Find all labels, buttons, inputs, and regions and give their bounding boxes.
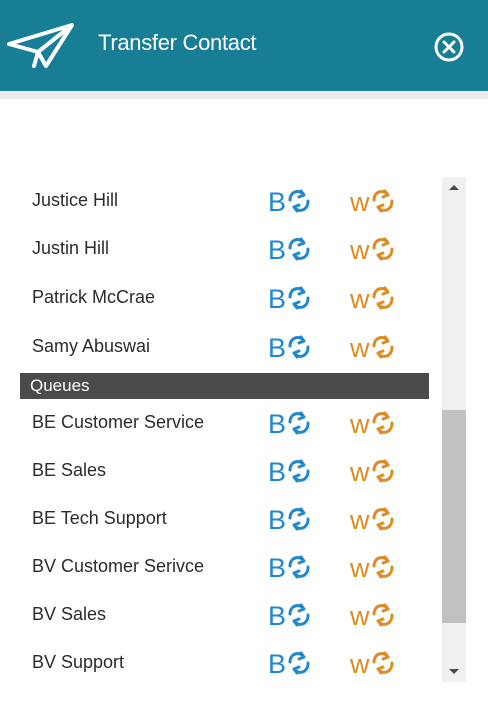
warm-transfer-button[interactable]: w xyxy=(350,505,414,533)
svg-text:w: w xyxy=(350,333,370,361)
queue-row: BV Sales B w xyxy=(20,591,442,639)
dialog-title: Transfer Contact xyxy=(98,30,257,55)
queues-section-header: Queues xyxy=(20,373,429,399)
svg-text:B: B xyxy=(268,235,286,263)
queue-row: BE Customer Service B w xyxy=(20,399,442,447)
paper-plane-icon xyxy=(7,23,74,68)
queue-row: BV Support B w xyxy=(20,639,442,682)
svg-text:w: w xyxy=(350,505,370,533)
warm-transfer-button[interactable]: w xyxy=(350,601,414,629)
scroll-up-arrow-icon[interactable] xyxy=(442,177,466,199)
svg-text:w: w xyxy=(350,457,370,485)
svg-text:B: B xyxy=(268,284,286,312)
warm-transfer-button[interactable]: w xyxy=(350,187,414,215)
agent-row: Justin Hill B w xyxy=(20,225,442,273)
agent-row: Justice Hill B w xyxy=(20,177,442,225)
blind-transfer-button[interactable]: B xyxy=(268,601,330,629)
blind-transfer-button[interactable]: B xyxy=(268,505,330,533)
svg-text:B: B xyxy=(268,553,286,581)
blind-transfer-button[interactable]: B xyxy=(268,553,330,581)
queue-name: BE Sales xyxy=(32,460,107,480)
blind-transfer-button[interactable]: B xyxy=(268,333,330,361)
queue-row: BV Customer Serivce B w xyxy=(20,543,442,591)
queue-name: BV Sales xyxy=(32,604,107,624)
scrollbar-thumb[interactable] xyxy=(442,410,466,623)
queue-name: BV Support xyxy=(32,652,125,672)
warm-transfer-button[interactable]: w xyxy=(350,235,414,263)
svg-text:w: w xyxy=(350,553,370,581)
warm-transfer-button[interactable]: w xyxy=(350,284,414,312)
transfer-target-list: Justice Hill B w Justin Hill B w Patrick… xyxy=(20,177,442,682)
agent-name: Justin Hill xyxy=(32,238,110,258)
svg-text:B: B xyxy=(268,649,286,677)
blind-transfer-button[interactable]: B xyxy=(268,649,330,677)
svg-text:B: B xyxy=(268,505,286,533)
blind-transfer-button[interactable]: B xyxy=(268,187,330,215)
blind-transfer-button[interactable]: B xyxy=(268,284,330,312)
svg-text:w: w xyxy=(350,187,370,215)
warm-transfer-button[interactable]: w xyxy=(350,649,414,677)
blind-transfer-button[interactable]: B xyxy=(268,457,330,485)
queue-row: BE Sales B w xyxy=(20,447,442,495)
svg-text:B: B xyxy=(268,409,286,437)
queue-name: BV Customer Serivce xyxy=(32,556,205,576)
queue-row: BE Tech Support B w xyxy=(20,495,442,543)
agent-row: Samy Abuswai B w xyxy=(20,323,442,371)
queue-name: BE Customer Service xyxy=(32,412,205,432)
warm-transfer-button[interactable]: w xyxy=(350,333,414,361)
svg-text:B: B xyxy=(268,457,286,485)
svg-text:B: B xyxy=(268,187,286,215)
agent-name: Justice Hill xyxy=(32,190,119,210)
svg-text:B: B xyxy=(268,601,286,629)
close-circle-icon[interactable] xyxy=(432,30,466,64)
agent-name: Patrick McCrae xyxy=(32,287,156,307)
svg-text:w: w xyxy=(350,235,370,263)
header-divider xyxy=(0,91,488,99)
svg-text:w: w xyxy=(350,409,370,437)
blind-transfer-button[interactable]: B xyxy=(268,235,330,263)
warm-transfer-button[interactable]: w xyxy=(350,409,414,437)
agent-row: Patrick McCrae B w xyxy=(20,274,442,322)
blind-transfer-button[interactable]: B xyxy=(268,409,330,437)
scroll-down-arrow-icon[interactable] xyxy=(442,660,466,682)
transfer-contact-header: Transfer Contact xyxy=(0,0,488,91)
list-scrollbar[interactable] xyxy=(442,177,466,682)
svg-text:w: w xyxy=(350,601,370,629)
warm-transfer-button[interactable]: w xyxy=(350,457,414,485)
section-label: Queues xyxy=(30,376,90,395)
svg-text:B: B xyxy=(268,333,286,361)
warm-transfer-button[interactable]: w xyxy=(350,553,414,581)
svg-text:w: w xyxy=(350,649,370,677)
svg-text:w: w xyxy=(350,284,370,312)
agent-name: Samy Abuswai xyxy=(32,336,151,356)
queue-name: BE Tech Support xyxy=(32,508,167,528)
